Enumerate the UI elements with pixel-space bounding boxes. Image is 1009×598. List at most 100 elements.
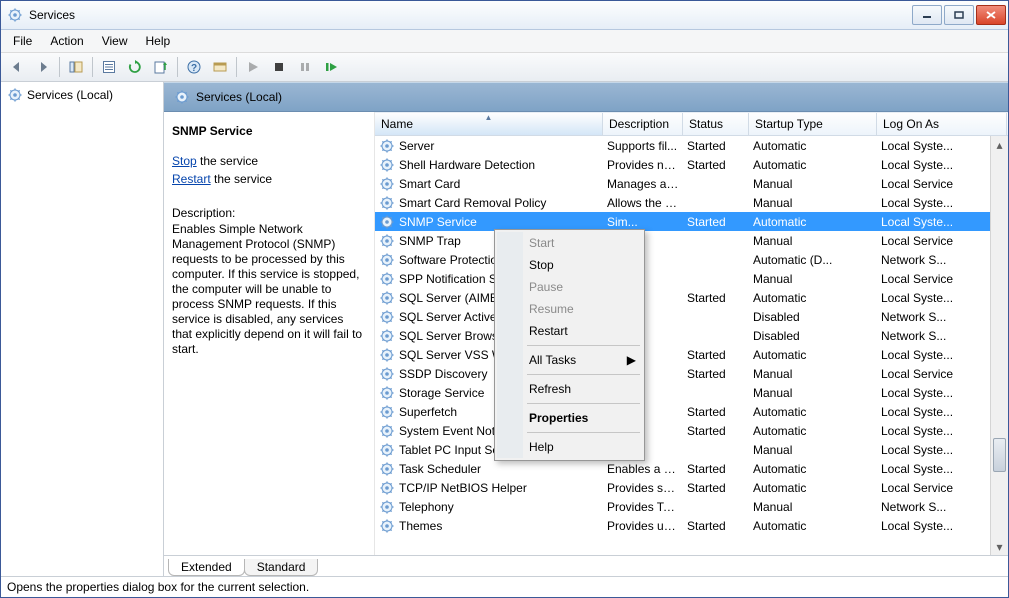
minimize-button[interactable] xyxy=(912,5,942,25)
stop-service-button[interactable] xyxy=(267,55,291,79)
restart-service-button[interactable] xyxy=(319,55,343,79)
pause-service-button[interactable] xyxy=(293,55,317,79)
context-menu-restart[interactable]: Restart xyxy=(497,320,642,342)
nav-forward-button[interactable] xyxy=(31,55,55,79)
start-service-button[interactable] xyxy=(241,55,265,79)
column-header-name[interactable]: Name ▲ xyxy=(375,113,603,135)
services-list: Name ▲ Description Status Startup Type L… xyxy=(374,112,1008,555)
service-row[interactable]: Superfetchns a...StartedAutomaticLocal S… xyxy=(375,402,1008,421)
service-row[interactable]: SSDP Discoveryers n...StartedManualLocal… xyxy=(375,364,1008,383)
service-row[interactable]: SQL Server Browsers SQ...DisabledNetwork… xyxy=(375,326,1008,345)
tab-extended[interactable]: Extended xyxy=(168,559,245,576)
context-menu-properties[interactable]: Properties xyxy=(497,407,642,429)
toolbar-separator xyxy=(59,57,60,77)
menu-action[interactable]: Action xyxy=(42,32,91,50)
service-row[interactable]: SNMP ServiceSim...StartedAutomaticLocal … xyxy=(375,212,1008,231)
menu-help[interactable]: Help xyxy=(138,32,179,50)
column-header-status[interactable]: Status xyxy=(683,113,749,135)
context-menu-stop[interactable]: Stop xyxy=(497,254,642,276)
title-bar: Services xyxy=(1,1,1008,30)
context-menu-help[interactable]: Help xyxy=(497,436,642,458)
service-row[interactable]: SQL Server VSS Wris th...StartedAutomati… xyxy=(375,345,1008,364)
context-menu-resume[interactable]: Resume xyxy=(497,298,642,320)
column-header-startup-type[interactable]: Startup Type xyxy=(749,113,877,135)
restart-service-link[interactable]: Restart xyxy=(172,172,211,186)
service-row[interactable]: SPP Notification Ses So...ManualLocal Se… xyxy=(375,269,1008,288)
service-row[interactable]: Shell Hardware DetectionProvides no...St… xyxy=(375,155,1008,174)
service-row[interactable]: Smart CardManages ac...ManualLocal Servi… xyxy=(375,174,1008,193)
service-row[interactable]: TCP/IP NetBIOS HelperProvides su...Start… xyxy=(375,478,1008,497)
tree-root-services-local[interactable]: Services (Local) xyxy=(3,86,161,104)
cell-log-on-as: Network S... xyxy=(877,329,1007,343)
show-hide-tree-button[interactable] xyxy=(64,55,88,79)
nav-back-button[interactable] xyxy=(5,55,29,79)
service-name-label: SSDP Discovery xyxy=(399,367,487,381)
services-window: Services File Action View Help ? xyxy=(0,0,1009,598)
gear-icon xyxy=(7,87,23,103)
view-tabs: Extended Standard xyxy=(164,555,1008,576)
cell-startup-type: Manual xyxy=(749,386,877,400)
service-row[interactable]: ServerSupports fil...StartedAutomaticLoc… xyxy=(375,136,1008,155)
service-name-label: Shell Hardware Detection xyxy=(399,158,535,172)
gear-icon xyxy=(379,290,395,306)
tab-standard[interactable]: Standard xyxy=(244,559,319,576)
service-name-label: System Event Notif xyxy=(399,424,501,438)
menu-view[interactable]: View xyxy=(94,32,136,50)
context-menu-all-tasks[interactable]: All Tasks ▶ xyxy=(497,349,642,371)
refresh-button[interactable] xyxy=(123,55,147,79)
cell-startup-type: Disabled xyxy=(749,329,877,343)
vertical-scrollbar[interactable]: ▴ ▾ xyxy=(990,136,1008,555)
cell-description: Provides Tel... xyxy=(603,500,683,514)
help-button[interactable]: ? xyxy=(182,55,206,79)
console-button[interactable] xyxy=(208,55,232,79)
gear-icon xyxy=(379,518,395,534)
gear-icon xyxy=(379,309,395,325)
service-row[interactable]: Software Protectionthe ...Automatic (D..… xyxy=(375,250,1008,269)
column-header-log-on-as[interactable]: Log On As xyxy=(877,113,1007,135)
close-button[interactable] xyxy=(976,5,1006,25)
service-row[interactable]: Tablet PC Input SerTab...ManualLocal Sys… xyxy=(375,440,1008,459)
column-header-name-label: Name xyxy=(381,117,413,131)
cell-log-on-as: Local Syste... xyxy=(877,386,1007,400)
service-name-label: Superfetch xyxy=(399,405,457,419)
scroll-thumb[interactable] xyxy=(993,438,1006,472)
service-row[interactable]: System Event Notifrs sy...StartedAutomat… xyxy=(375,421,1008,440)
cell-description: Allows the s... xyxy=(603,196,683,210)
stop-service-link[interactable]: Stop xyxy=(172,154,197,168)
cell-status: Started xyxy=(683,481,749,495)
cell-startup-type: Automatic xyxy=(749,519,877,533)
cell-status: Started xyxy=(683,215,749,229)
menu-file[interactable]: File xyxy=(5,32,40,50)
window-title: Services xyxy=(29,8,912,22)
context-menu-start[interactable]: Start xyxy=(497,232,642,254)
cell-startup-type: Disabled xyxy=(749,310,877,324)
context-menu-refresh[interactable]: Refresh xyxy=(497,378,642,400)
gear-icon xyxy=(379,385,395,401)
gear-icon xyxy=(379,195,395,211)
service-name-label: Themes xyxy=(399,519,442,533)
cell-status: Started xyxy=(683,348,749,362)
service-row[interactable]: Smart Card Removal PolicyAllows the s...… xyxy=(375,193,1008,212)
scroll-track[interactable] xyxy=(991,153,1008,538)
cell-log-on-as: Local Syste... xyxy=(877,158,1007,172)
gear-icon xyxy=(379,442,395,458)
service-row[interactable]: SQL Server (AIMETs sto...StartedAutomati… xyxy=(375,288,1008,307)
service-row[interactable]: SNMP Traps tra...ManualLocal Service xyxy=(375,231,1008,250)
scroll-down-icon[interactable]: ▾ xyxy=(991,538,1008,555)
scroll-up-icon[interactable]: ▴ xyxy=(991,136,1008,153)
service-row[interactable]: Storage Services gr...ManualLocal Syste.… xyxy=(375,383,1008,402)
service-row[interactable]: SQL Server Active Dinte...DisabledNetwor… xyxy=(375,307,1008,326)
service-row[interactable]: TelephonyProvides Tel...ManualNetwork S.… xyxy=(375,497,1008,516)
cell-startup-type: Automatic xyxy=(749,139,877,153)
gear-icon xyxy=(379,328,395,344)
gear-icon xyxy=(379,423,395,439)
export-list-button[interactable] xyxy=(149,55,173,79)
service-row[interactable]: ThemesProvides us...StartedAutomaticLoca… xyxy=(375,516,1008,535)
service-row[interactable]: Task SchedulerEnables a us...StartedAuto… xyxy=(375,459,1008,478)
rows-container: ServerSupports fil...StartedAutomaticLoc… xyxy=(375,136,1008,555)
context-menu-pause[interactable]: Pause xyxy=(497,276,642,298)
cell-description: Supports fil... xyxy=(603,139,683,153)
maximize-button[interactable] xyxy=(944,5,974,25)
column-header-description[interactable]: Description xyxy=(603,113,683,135)
properties-button[interactable] xyxy=(97,55,121,79)
